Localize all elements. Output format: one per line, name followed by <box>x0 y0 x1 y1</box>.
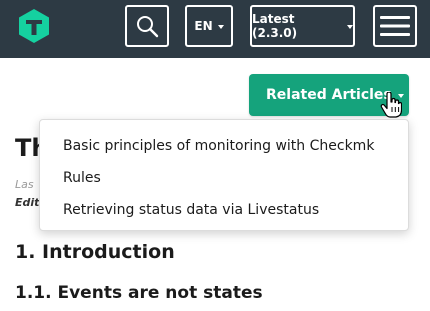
language-label: EN <box>194 19 213 33</box>
related-articles-label: Related Articles <box>266 87 392 103</box>
related-articles-dropdown: Basic principles of monitoring with Chec… <box>39 119 409 231</box>
language-dropdown-button[interactable]: EN <box>185 5 233 47</box>
search-button[interactable] <box>125 5 169 47</box>
version-dropdown-button[interactable]: Latest (2.3.0) <box>250 5 355 47</box>
checkmk-logo-icon[interactable] <box>17 9 51 43</box>
top-navbar: EN Latest (2.3.0) <box>0 0 430 58</box>
version-label: Latest (2.3.0) <box>252 12 298 40</box>
last-modified-text: Las <box>15 178 34 191</box>
edit-link[interactable]: Edit <box>15 196 39 209</box>
search-icon <box>137 16 159 38</box>
related-article-link[interactable]: Basic principles of monitoring with Chec… <box>40 130 408 162</box>
chevron-down-icon <box>217 25 224 29</box>
related-article-link[interactable]: Retrieving status data via Livestatus <box>40 194 408 226</box>
hamburger-menu-icon <box>380 16 410 36</box>
hand-pointer-icon <box>380 92 402 118</box>
section-heading: 1. Introduction <box>15 241 175 263</box>
main-menu-button[interactable] <box>373 5 417 47</box>
chevron-down-icon <box>347 25 353 29</box>
subsection-heading: 1.1. Events are not states <box>15 283 263 303</box>
related-article-link[interactable]: Rules <box>40 162 408 194</box>
